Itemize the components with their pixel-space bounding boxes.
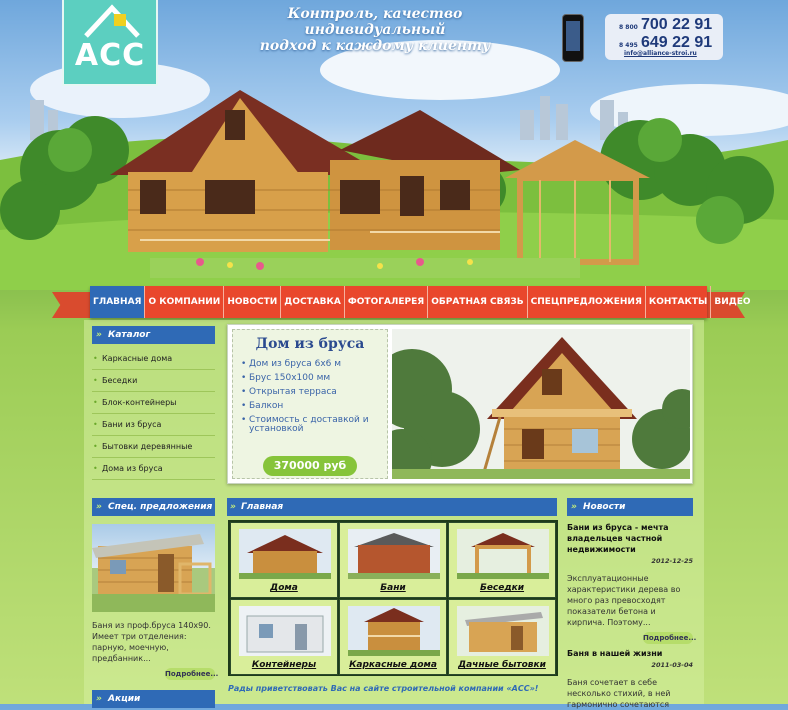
hero-scene: АСС Контроль, качество индивидуальный по…: [0, 0, 788, 290]
phone-code: 8 495: [619, 42, 638, 49]
phone-main: 649 22 91: [640, 34, 713, 51]
news-title[interactable]: Бани из бруса - мечта владельцев частной…: [567, 522, 693, 555]
banner-features: Дом из бруса 6х6 м Брус 150х100 мм Откры…: [241, 360, 387, 434]
nav-item-contacts[interactable]: КОНТАКТЫ: [646, 286, 712, 318]
timber-house-photo: [392, 329, 690, 479]
news-date: 2011-03-04: [651, 661, 693, 669]
news-text: Баня сочетает в себе несколько стихий, в…: [567, 678, 671, 709]
news-sidebar: Новости Бани из бруса - мечта владельцев…: [567, 498, 696, 710]
nav-item-gallery[interactable]: ФОТОГАЛЕРЕЯ: [345, 286, 429, 318]
sauna-cabin-image: [92, 534, 215, 612]
logo-house-icon: [84, 4, 140, 38]
main-nav-wrap: ГЛАВНАЯ О КОМПАНИИ НОВОСТИ ДОСТАВКА ФОТО…: [52, 286, 751, 320]
category-grid: Дома Бани Беседки Контейнеры Каркасные д…: [228, 520, 558, 676]
banner-feature: Брус 150х100 мм: [241, 374, 387, 384]
catalog-item[interactable]: Каркасные дома: [92, 348, 215, 370]
banner-feature: Стоимость с доставкой и установкой: [241, 416, 387, 434]
news-item: Баня в нашей жизни 2011-03-04 Баня сочет…: [567, 648, 693, 710]
featured-banner[interactable]: Дом из бруса Дом из бруса 6х6 м Брус 150…: [227, 324, 693, 484]
category-image: [239, 606, 331, 656]
main-nav: ГЛАВНАЯ О КОМПАНИИ НОВОСТИ ДОСТАВКА ФОТО…: [90, 286, 751, 318]
news-title[interactable]: Баня в нашей жизни: [567, 648, 693, 659]
banner-title: Дом из бруса: [255, 336, 365, 352]
main-section-heading: Главная: [227, 498, 557, 516]
catalog-item[interactable]: Бытовки деревянные: [92, 436, 215, 458]
category-image: [239, 529, 331, 579]
catalog-item[interactable]: Блок-контейнеры: [92, 392, 215, 414]
phone-main: 700 22 91: [640, 16, 713, 33]
catalog-item[interactable]: Бани из бруса: [92, 414, 215, 436]
nav-item-video[interactable]: ВИДЕО: [711, 286, 753, 318]
news-text: Эксплуатационные характеристики дерева в…: [567, 574, 681, 627]
category-tile[interactable]: Каркасные дома: [339, 599, 447, 675]
special-offers-heading: Спец. предложения: [92, 498, 215, 516]
catalog-item[interactable]: Дома из бруса: [92, 458, 215, 480]
left-sidebar: Каталог Каркасные дома Беседки Блок-конт…: [92, 326, 218, 708]
special-offer-image[interactable]: [92, 524, 215, 612]
email-link[interactable]: info@alliance-stroi.ru: [624, 50, 697, 57]
catalog-list: Каркасные дома Беседки Блок-контейнеры Б…: [92, 348, 215, 480]
category-label[interactable]: Дачные бытовки: [449, 660, 555, 670]
category-image: [457, 606, 549, 656]
category-label[interactable]: Бани: [340, 583, 446, 593]
site-slogan: Контроль, качество индивидуальный подход…: [240, 6, 510, 54]
category-tile[interactable]: Дома: [230, 522, 338, 598]
slogan-line: подход к каждому клиенту: [259, 38, 491, 54]
phone-code: 8 800: [619, 24, 638, 31]
catalog-item[interactable]: Беседки: [92, 370, 215, 392]
nav-item-feedback[interactable]: ОБРАТНАЯ СВЯЗЬ: [428, 286, 528, 318]
phone-number[interactable]: 8 800 700 22 91: [619, 16, 712, 34]
category-tile[interactable]: Дачные бытовки: [448, 599, 556, 675]
category-label[interactable]: Дома: [231, 583, 337, 593]
slogan-line: Контроль, качество индивидуальный: [287, 6, 463, 38]
news-heading: Новости: [567, 498, 693, 516]
banner-feature: Балкон: [241, 402, 387, 412]
nav-item-home[interactable]: ГЛАВНАЯ: [90, 286, 146, 318]
special-offer-text: Баня из проф.бруса 140х90. Имеет три отд…: [92, 621, 211, 663]
category-tile[interactable]: Беседки: [448, 522, 556, 598]
promotions-heading: Акции: [92, 690, 215, 708]
phone-icon: [562, 14, 584, 62]
nav-item-delivery[interactable]: ДОСТАВКА: [281, 286, 345, 318]
logo-text: АСС: [74, 38, 146, 73]
nav-item-about[interactable]: О КОМПАНИИ: [145, 286, 225, 318]
category-tile[interactable]: Контейнеры: [230, 599, 338, 675]
site-logo[interactable]: АСС: [62, 0, 158, 86]
nav-item-offers[interactable]: СПЕЦПРЕДЛОЖЕНИЯ: [528, 286, 646, 318]
category-image: [348, 606, 440, 656]
category-label[interactable]: Каркасные дома: [340, 660, 446, 670]
more-button[interactable]: Подробнее...: [643, 632, 696, 644]
news-item: Бани из бруса - мечта владельцев частной…: [567, 522, 696, 644]
category-tile[interactable]: Бани: [339, 522, 447, 598]
nav-item-news[interactable]: НОВОСТИ: [224, 286, 282, 318]
banner-feature: Дом из бруса 6х6 м: [241, 360, 387, 370]
news-date: 2012-12-25: [651, 557, 693, 565]
more-button[interactable]: Подробнее...: [165, 668, 218, 680]
category-image: [348, 529, 440, 579]
banner-photo: [392, 329, 690, 479]
welcome-text: Рады приветствовать Вас на сайте строите…: [228, 684, 539, 693]
banner-info-card: Дом из бруса Дом из бруса 6х6 м Брус 150…: [232, 329, 388, 479]
banner-feature: Открытая терраса: [241, 388, 387, 398]
catalog-heading: Каталог: [92, 326, 215, 344]
price-badge[interactable]: 370000 руб: [263, 456, 357, 476]
category-label[interactable]: Контейнеры: [231, 660, 337, 670]
category-label[interactable]: Беседки: [449, 583, 555, 593]
category-image: [457, 529, 549, 579]
